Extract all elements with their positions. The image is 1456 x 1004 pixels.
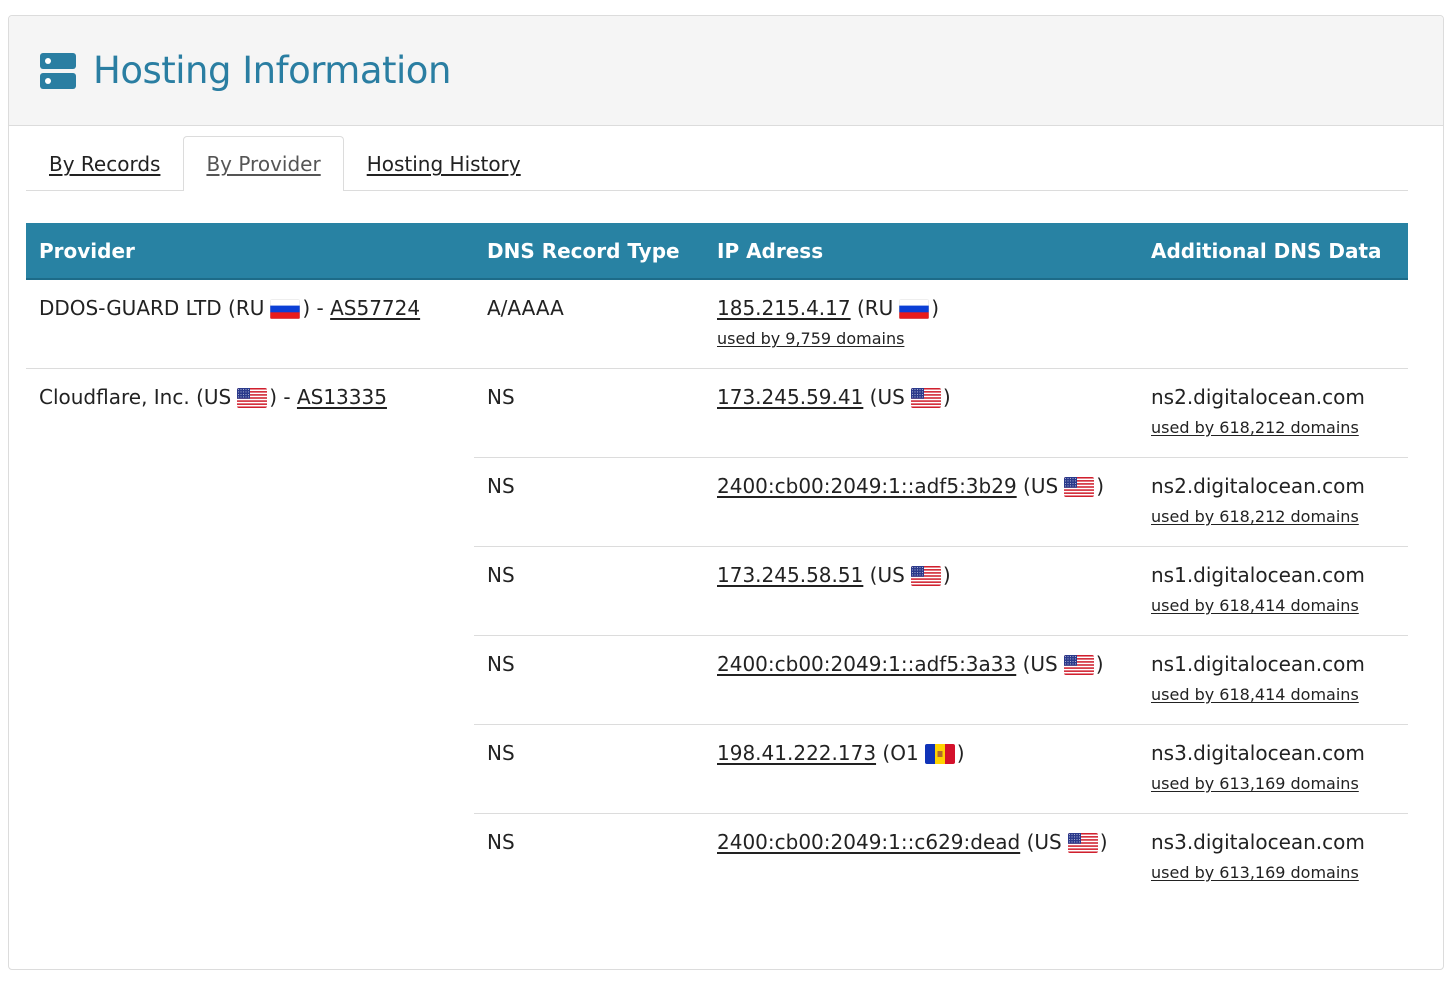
nameserver-usage: used by 613,169 domains [1151, 863, 1395, 882]
nameserver-host: ns1.digitalocean.com [1151, 562, 1365, 587]
ip-address-link[interactable]: 2400:cb00:2049:1::c629:dead [717, 830, 1020, 854]
provider-separator: ) - [269, 384, 297, 409]
additional-dns-data-cell [1138, 279, 1408, 369]
dns-record-type-cell: NS [474, 724, 704, 814]
ip-country-close: ) [1095, 651, 1104, 676]
provider-cell: DDOS-GUARD LTD (RU ) - AS57724 [26, 279, 474, 369]
table-row: DDOS-GUARD LTD (RU) - AS57724 A/AAAA 185.2… [26, 279, 1408, 369]
nameserver-usage-link[interactable]: used by 613,169 domains [1151, 863, 1359, 882]
card-header: Hosting Information [9, 16, 1443, 126]
tab-hosting-history[interactable]: Hosting History [344, 136, 544, 190]
nameserver-host: ns2.digitalocean.com [1151, 384, 1365, 409]
column-header-additional-dns-data: Additional DNS Data [1138, 223, 1408, 280]
ip-address-cell: 185.215.4.17 (RU) used by 9,759 domains [704, 279, 1138, 369]
additional-dns-data-cell: ns2.digitalocean.com used by 618,212 doma… [1138, 457, 1408, 547]
dns-record-type-cell: NS [474, 635, 704, 725]
asn-link[interactable]: AS13335 [297, 385, 387, 409]
nameserver-usage: used by 618,414 domains [1151, 685, 1395, 704]
ip-country-code: (RU [850, 296, 894, 320]
provider-separator: ) - [302, 296, 331, 320]
nameserver-host: ns1.digitalocean.com [1151, 651, 1365, 676]
ip-address-link[interactable]: 198.41.222.173 [717, 741, 876, 765]
ip-country-code: (US [863, 384, 905, 409]
nameserver-host: ns2.digitalocean.com [1151, 473, 1365, 498]
ip-country-close: ) [1096, 473, 1104, 498]
table-row: Cloudflare, Inc. (US) - AS13335 NS 173.245… [26, 368, 1408, 458]
nameserver-host: ns3.digitalocean.com [1151, 829, 1365, 854]
additional-dns-data-cell: ns3.digitalocean.com used by 613,169 doma… [1138, 724, 1408, 814]
provider-cell: Cloudflare, Inc. (US ) - AS13335 [26, 368, 474, 902]
additional-dns-data-cell: ns3.digitalocean.com used by 613,169 doma… [1138, 813, 1408, 902]
ip-address-cell: 2400:cb00:2049:1::adf5:3b29 (US) [704, 457, 1138, 547]
ip-address-link[interactable]: 2400:cb00:2049:1::adf5:3b29 [717, 474, 1017, 498]
page-title: Hosting Information [93, 49, 451, 92]
column-header-dns-record-type: DNS Record Type [474, 223, 704, 280]
ip-country-close: ) [1099, 829, 1108, 854]
ip-country-code: (US [1020, 829, 1062, 854]
ip-address-cell: 173.245.59.41 (US) [704, 368, 1138, 458]
tab-by-provider[interactable]: By Provider [183, 136, 344, 191]
usa-flag-icon [1063, 654, 1094, 675]
provider-name: DDOS-GUARD LTD (RU [39, 296, 265, 320]
nameserver-usage: used by 618,212 domains [1151, 418, 1395, 437]
nameserver-usage: used by 618,212 domains [1151, 507, 1395, 526]
provider-name: Cloudflare, Inc. (US [39, 384, 232, 409]
ip-address-cell: 198.41.222.173 (O1) [704, 724, 1138, 814]
usa-flag-icon [1064, 476, 1095, 497]
server-icon [40, 52, 76, 89]
dns-record-type-cell: NS [474, 368, 704, 458]
additional-dns-data-cell: ns1.digitalocean.com used by 618,414 doma… [1138, 635, 1408, 725]
asn-link[interactable]: AS57724 [330, 296, 420, 320]
ip-address-link[interactable]: 185.215.4.17 [717, 296, 851, 320]
usa-flag-icon [237, 387, 268, 408]
ip-country-close: ) [956, 740, 965, 765]
ip-country-close: ) [931, 296, 940, 320]
ip-country-close: ) [942, 562, 951, 587]
ip-country-code: (US [1016, 651, 1058, 676]
ip-address-link[interactable]: 173.245.58.51 [717, 563, 863, 587]
nameserver-usage-link[interactable]: used by 618,414 domains [1151, 685, 1359, 704]
dns-record-type-cell: NS [474, 546, 704, 636]
dns-record-type-cell: A/AAAA [474, 279, 704, 369]
nameserver-usage: used by 613,169 domains [1151, 774, 1395, 793]
usa-flag-icon [910, 565, 941, 586]
dns-record-type-cell: NS [474, 457, 704, 547]
ip-address-cell: 2400:cb00:2049:1::c629:dead (US) [704, 813, 1138, 902]
tab-bar: By Records By Provider Hosting History [26, 136, 1408, 191]
nameserver-usage-link[interactable]: used by 618,414 domains [1151, 596, 1359, 615]
additional-dns-data-cell: ns1.digitalocean.com used by 618,414 doma… [1138, 546, 1408, 636]
additional-dns-data-cell: ns2.digitalocean.com used by 618,212 doma… [1138, 368, 1408, 458]
nameserver-usage-link[interactable]: used by 618,212 domains [1151, 418, 1359, 437]
ip-country-code: (US [863, 562, 905, 587]
nameserver-host: ns3.digitalocean.com [1151, 740, 1365, 765]
usa-flag-icon [910, 387, 941, 408]
column-header-provider: Provider [26, 223, 474, 280]
andorra-flag-icon [924, 743, 955, 764]
ip-country-code: (US [1016, 473, 1059, 498]
nameserver-usage-link[interactable]: used by 613,169 domains [1151, 774, 1359, 793]
ip-country-code: (O1 [876, 740, 919, 765]
ip-address-cell: 173.245.58.51 (US) [704, 546, 1138, 636]
nameserver-usage: used by 618,414 domains [1151, 596, 1395, 615]
ip-country-close: ) [942, 384, 951, 409]
russia-flag-icon [270, 299, 301, 319]
tab-by-records[interactable]: By Records [26, 136, 183, 190]
ip-address-link[interactable]: 173.245.59.41 [717, 385, 863, 409]
ip-address-cell: 2400:cb00:2049:1::adf5:3a33 (US) [704, 635, 1138, 725]
ip-usage-link[interactable]: used by 9,759 domains [717, 329, 904, 348]
russia-flag-icon [899, 299, 930, 319]
usa-flag-icon [1067, 832, 1098, 853]
ip-address-link[interactable]: 2400:cb00:2049:1::adf5:3a33 [717, 652, 1016, 676]
table-header-row: Provider DNS Record Type IP Adress Addit… [26, 223, 1408, 280]
dns-record-type-cell: NS [487, 829, 515, 854]
ip-usage: used by 9,759 domains [717, 329, 1125, 348]
hosting-table: Provider DNS Record Type IP Adress Addit… [26, 223, 1408, 902]
column-header-ip-address: IP Adress [704, 223, 1138, 280]
nameserver-usage-link[interactable]: used by 618,212 domains [1151, 507, 1359, 526]
